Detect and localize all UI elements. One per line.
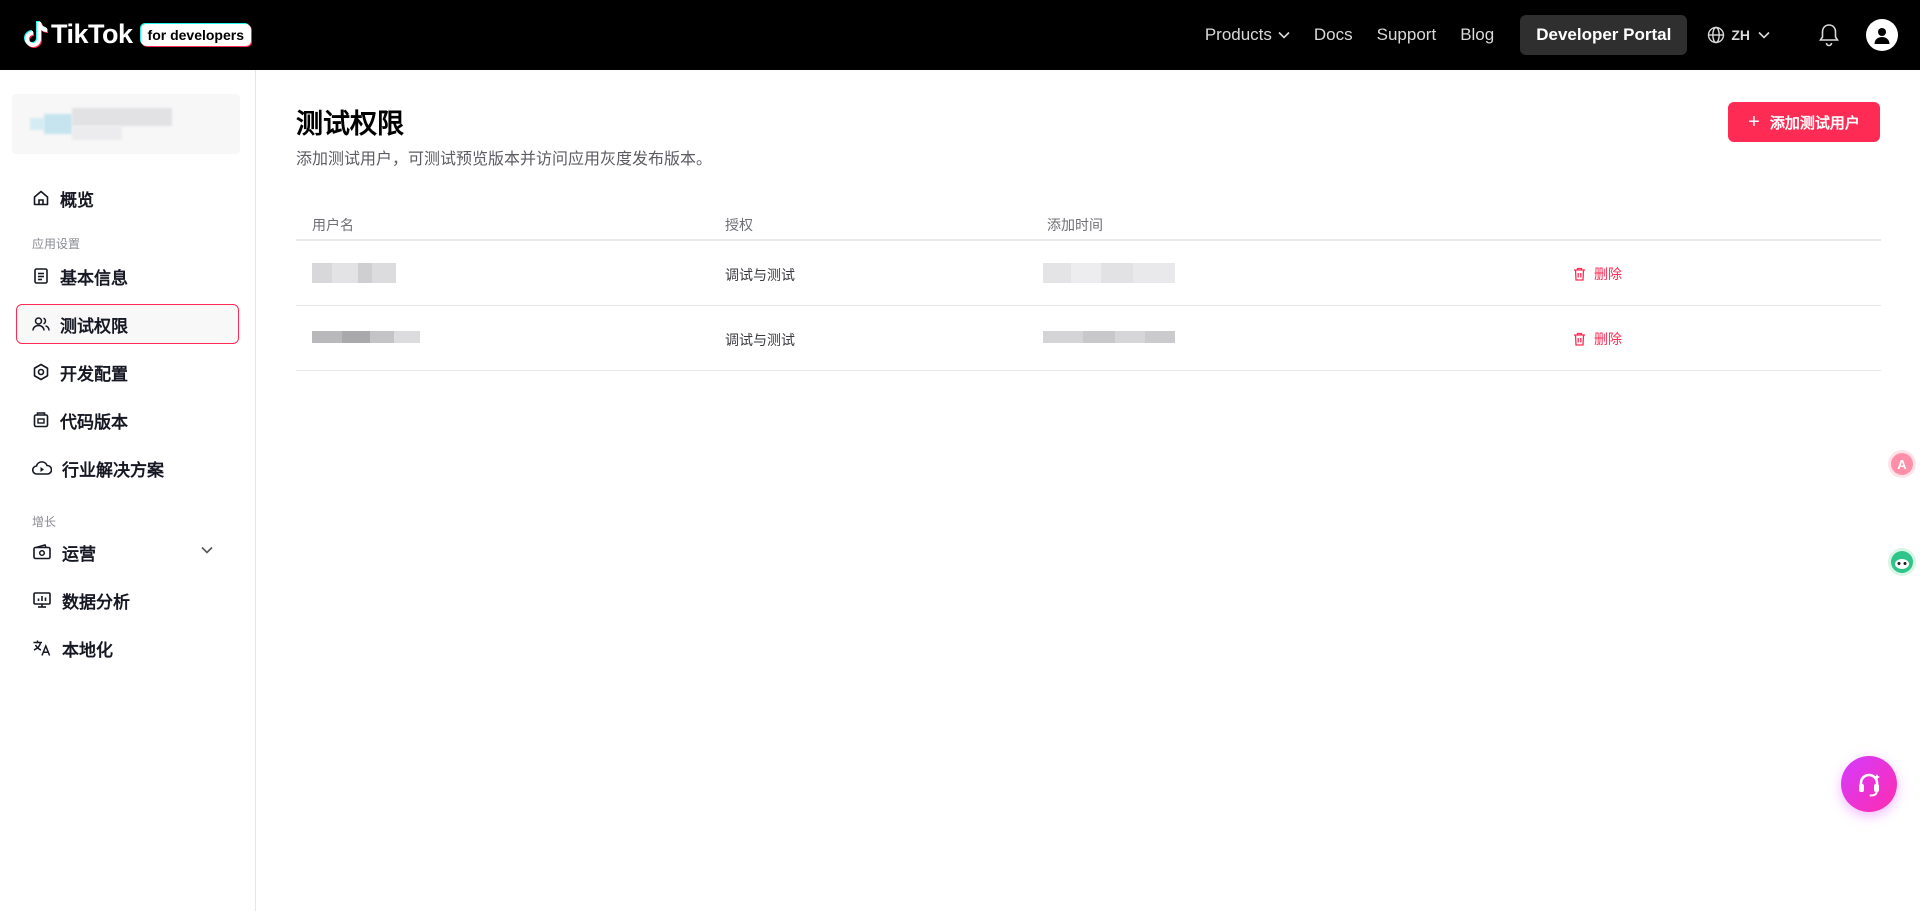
trash-icon	[1574, 332, 1585, 346]
app-icon-redacted	[44, 114, 72, 134]
chevron-down-icon	[1758, 31, 1770, 39]
sidebar-item-label: 本地化	[62, 640, 113, 660]
svg-text:A: A	[1897, 457, 1907, 472]
table-row: 调试与测试 删除	[296, 306, 1881, 371]
top-navigation: TikTok for developers Products Docs Supp…	[0, 0, 1920, 70]
bell-icon	[1819, 24, 1839, 47]
users-icon	[32, 317, 50, 331]
add-test-user-button[interactable]: + 添加测试用户	[1728, 102, 1880, 142]
developer-portal-button[interactable]: Developer Portal	[1520, 15, 1688, 55]
document-icon	[34, 268, 48, 284]
language-selector[interactable]: ZH	[1707, 26, 1776, 44]
tiktok-note-icon	[24, 20, 48, 48]
notifications-bell[interactable]	[1818, 23, 1840, 47]
sidebar-item-label: 数据分析	[62, 592, 130, 612]
language-label: ZH	[1731, 27, 1750, 43]
chevron-down-icon[interactable]	[201, 546, 213, 554]
added-time-redacted	[1043, 331, 1175, 343]
sidebar-item-overview[interactable]: 概览	[16, 178, 239, 218]
globe-icon	[1708, 26, 1725, 44]
sidebar-item-test-permissions[interactable]: 测试权限	[16, 304, 239, 344]
nav-docs[interactable]: Docs	[1314, 25, 1353, 45]
app-icon-redacted	[30, 118, 44, 130]
home-icon	[33, 190, 49, 206]
add-test-user-label: 添加测试用户	[1769, 114, 1860, 132]
delete-label: 删除	[1594, 266, 1622, 282]
nav-blog[interactable]: Blog	[1460, 25, 1494, 45]
translate-float-button[interactable]: A	[1884, 446, 1920, 482]
sidebar-item-data-analysis[interactable]: 数据分析	[16, 580, 239, 620]
sidebar-item-label: 概览	[60, 190, 94, 210]
nav-products-label: Products	[1204, 25, 1272, 44]
auth-cell: 调试与测试	[725, 332, 795, 348]
wallet-icon	[33, 544, 51, 560]
app-name-redacted	[72, 108, 172, 126]
table-header: 用户名 授权 添加时间	[296, 208, 1881, 241]
assistant-float-button[interactable]	[1884, 544, 1920, 580]
sidebar-item-basic-info[interactable]: 基本信息	[16, 256, 239, 296]
package-icon	[33, 412, 49, 428]
column-auth: 授权	[725, 217, 753, 233]
monitor-chart-icon	[33, 592, 51, 608]
sidebar-item-label: 行业解决方案	[62, 460, 164, 480]
logo-badge: for developers	[140, 23, 252, 46]
test-users-table: 用户名 授权 添加时间 调试与测试 删除 调试与测试 删除	[296, 208, 1881, 371]
nav-products[interactable]: Products	[1205, 25, 1290, 45]
translate-icon	[33, 640, 51, 656]
nav-links: Products Docs Support Blog Developer Por…	[1205, 0, 1920, 70]
username-redacted	[312, 331, 420, 343]
sidebar-item-label: 开发配置	[60, 364, 128, 384]
app-id-redacted	[72, 126, 122, 140]
sidebar-item-operations[interactable]: 运营	[16, 532, 239, 572]
gear-icon	[33, 363, 49, 381]
sidebar-item-label: 代码版本	[60, 412, 128, 432]
logo-text: TikTok	[51, 19, 133, 49]
chevron-down-icon	[1278, 31, 1290, 39]
nav-support[interactable]: Support	[1377, 25, 1437, 45]
section-growth: 增长	[32, 515, 57, 529]
sidebar-item-industry-solutions[interactable]: 行业解决方案	[16, 448, 239, 488]
delete-button[interactable]: 删除	[1573, 264, 1622, 284]
translate-icon: A	[1888, 450, 1916, 478]
sidebar-item-dev-config[interactable]: 开发配置	[16, 352, 239, 392]
auth-cell: 调试与测试	[725, 267, 795, 283]
table-row: 调试与测试 删除	[296, 241, 1881, 306]
page-title: 测试权限	[296, 109, 404, 139]
plus-icon: +	[1748, 111, 1760, 133]
section-app-settings: 应用设置	[32, 237, 81, 251]
user-icon	[1874, 28, 1890, 44]
delete-label: 删除	[1594, 331, 1622, 347]
tiktok-developers-logo[interactable]: TikTok for developers	[22, 19, 252, 50]
sidebar-item-label: 基本信息	[60, 268, 128, 288]
robot-face-icon	[1888, 548, 1916, 576]
column-added-time: 添加时间	[1047, 217, 1103, 233]
sidebar-item-code-version[interactable]: 代码版本	[16, 400, 239, 440]
username-redacted	[312, 263, 396, 283]
sidebar: 概览 应用设置 基本信息 测试权限 开发配置 代码版本 行业解决方案 增长 运营…	[0, 70, 256, 911]
sidebar-item-label: 运营	[62, 544, 96, 564]
page-subtitle: 添加测试用户，可测试预览版本并访问应用灰度发布版本。	[296, 151, 713, 168]
headset-icon	[1859, 773, 1880, 797]
user-avatar[interactable]	[1866, 19, 1898, 51]
column-username: 用户名	[312, 217, 354, 233]
sidebar-item-label: 测试权限	[60, 316, 128, 336]
cloud-play-icon	[32, 461, 52, 475]
sidebar-item-localization[interactable]: 本地化	[16, 628, 239, 668]
customer-support-button[interactable]	[1841, 756, 1897, 812]
trash-icon	[1574, 267, 1585, 281]
added-time-redacted	[1043, 263, 1175, 283]
delete-button[interactable]: 删除	[1573, 329, 1622, 349]
app-selector-card[interactable]	[12, 94, 240, 154]
